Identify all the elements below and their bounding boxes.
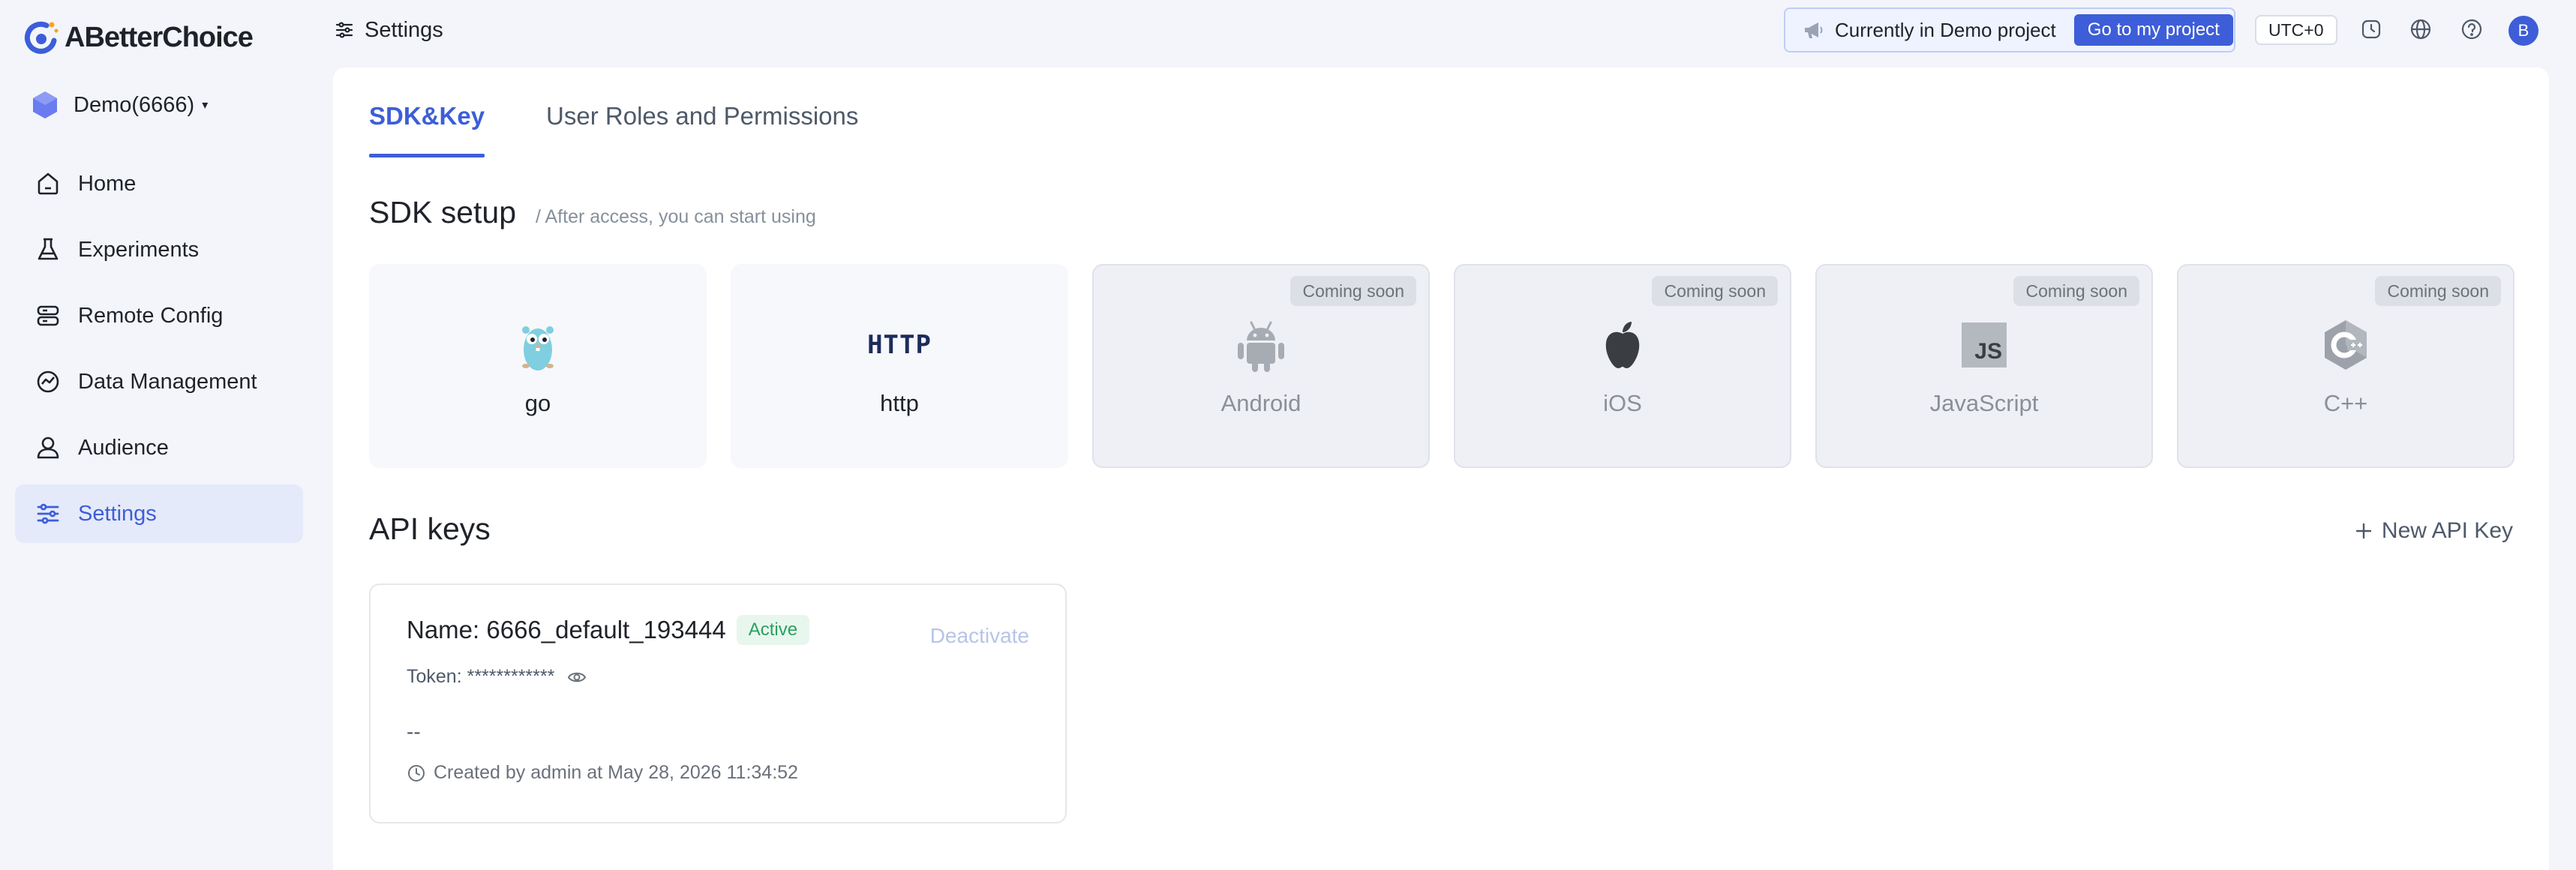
javascript-icon: JS: [1956, 316, 2013, 374]
sidebar-nav: Home Experiments Remote Config Data Mana…: [15, 154, 303, 550]
gopher-icon: [509, 316, 566, 374]
api-key-description: --: [407, 720, 421, 743]
sidebar-item-audience[interactable]: Audience: [15, 418, 303, 477]
api-key-created-row: Created by admin at May 28, 2026 11:34:5…: [407, 762, 798, 784]
sdk-card-label: C++: [2323, 390, 2368, 416]
sidebar-item-experiments[interactable]: Experiments: [15, 220, 303, 279]
javascript-icon-text: JS: [1974, 339, 2002, 364]
globe-icon[interactable]: [2408, 16, 2433, 42]
caret-down-icon: ▾: [202, 99, 209, 112]
sdk-card-label: http: [880, 390, 919, 416]
sidebar-item-settings[interactable]: Settings: [15, 484, 303, 543]
go-to-my-project-button[interactable]: Go to my project: [2073, 14, 2233, 46]
app-logo-text: ABetterChoice: [65, 21, 254, 53]
clock-icon: [408, 764, 425, 782]
coming-soon-badge: Coming soon: [1290, 276, 1416, 306]
timezone-selector[interactable]: UTC+0: [2255, 15, 2337, 45]
new-api-key-button[interactable]: New API Key: [2355, 514, 2513, 548]
avatar[interactable]: B: [2508, 16, 2538, 46]
coming-soon-badge: Coming soon: [2375, 276, 2501, 306]
sidebar-item-home[interactable]: Home: [15, 154, 303, 213]
sidebar-item-label: Home: [78, 171, 137, 196]
api-key-created: Created by admin at May 28, 2026 11:34:5…: [434, 762, 798, 783]
sidebar-item-label: Settings: [78, 501, 157, 526]
app-logo[interactable]: ABetterChoice: [21, 16, 254, 58]
sidebar-item-label: Remote Config: [78, 303, 224, 328]
sdk-card-ios: Coming soon iOS: [1454, 264, 1791, 468]
sidebar-item-label: Data Management: [78, 369, 257, 394]
sdk-card-label: go: [524, 390, 551, 416]
api-key-name: Name: 6666_default_193444: [407, 616, 726, 644]
sidebar-item-label: Audience: [78, 435, 169, 460]
sdk-card-android: Coming soon Android: [1092, 264, 1430, 468]
tab-user-roles-permissions[interactable]: User Roles and Permissions: [546, 68, 858, 165]
flask-icon: [38, 238, 59, 260]
sdk-card-label: Android: [1220, 390, 1302, 416]
sdk-card-label: JavaScript: [1929, 390, 2039, 416]
help-icon[interactable]: [2459, 16, 2484, 42]
home-icon: [38, 172, 59, 195]
megaphone-icon: [1805, 22, 1823, 38]
sdk-card-javascript: Coming soon JS JavaScript: [1815, 264, 2153, 468]
sidebar-item-label: Experiments: [78, 237, 200, 262]
http-icon-text: HTTP: [867, 330, 932, 360]
status-badge: Active: [736, 615, 810, 645]
main-panel: SDK&Key User Roles and Permissions SDK s…: [333, 68, 2549, 870]
page-title-text: Settings: [365, 17, 443, 42]
new-api-key-label: New API Key: [2381, 518, 2513, 543]
deactivate-button[interactable]: Deactivate: [930, 624, 1029, 648]
sdk-card-label: iOS: [1603, 390, 1642, 416]
cpp-icon: [2317, 316, 2374, 374]
user-icon: [37, 436, 59, 459]
eye-icon[interactable]: [566, 667, 587, 688]
sdk-card-go[interactable]: go: [369, 264, 707, 468]
api-key-name-row: Name: 6666_default_193444 Active: [407, 615, 810, 645]
chart-circle-icon: [37, 370, 59, 393]
plus-icon: [2355, 523, 2372, 539]
sidebar-item-data-management[interactable]: Data Management: [15, 352, 303, 411]
sdk-card-http[interactable]: HTTP http: [731, 264, 1068, 468]
http-icon: HTTP: [867, 316, 931, 374]
apple-icon: [1594, 316, 1651, 374]
sdk-card-cpp: Coming soon C++: [2177, 264, 2514, 468]
project-selector[interactable]: Demo(6666) ▾: [30, 87, 208, 123]
hexagon-icon: [33, 92, 57, 118]
server-icon: [37, 305, 59, 326]
api-key-token: Token: ************: [407, 666, 555, 687]
android-icon: [1232, 316, 1290, 374]
sdk-setup-title: SDK setup: [369, 195, 516, 230]
api-key-token-row: Token: ************: [407, 666, 587, 688]
demo-banner: Currently in Demo project Go to my proje…: [1784, 8, 2235, 52]
api-key-card: Name: 6666_default_193444 Active Deactiv…: [369, 584, 1067, 824]
sdk-setup-header: SDK setup / After access, you can start …: [369, 195, 816, 230]
tab-bar: SDK&Key User Roles and Permissions: [369, 68, 858, 165]
tab-sdk-key[interactable]: SDK&Key: [369, 68, 485, 165]
sidebar-item-remote-config[interactable]: Remote Config: [15, 286, 303, 345]
sdk-setup-subtitle: / After access, you can start using: [536, 206, 816, 227]
api-keys-title: API keys: [369, 512, 491, 546]
sidebar: ABetterChoice Demo(6666) ▾ Home Experime…: [0, 0, 323, 870]
history-icon[interactable]: [2358, 16, 2384, 42]
sliders-icon: [37, 503, 59, 524]
demo-banner-text: Currently in Demo project: [1835, 18, 2056, 41]
coming-soon-badge: Coming soon: [2013, 276, 2139, 306]
page-title: Settings: [335, 15, 443, 45]
coming-soon-badge: Coming soon: [1652, 276, 1778, 306]
project-name: Demo(6666): [74, 92, 195, 117]
sdk-cards: go HTTP http Coming soon Android Coming …: [369, 264, 2514, 468]
sliders-icon: [335, 22, 353, 38]
logo-icon: [24, 21, 59, 54]
